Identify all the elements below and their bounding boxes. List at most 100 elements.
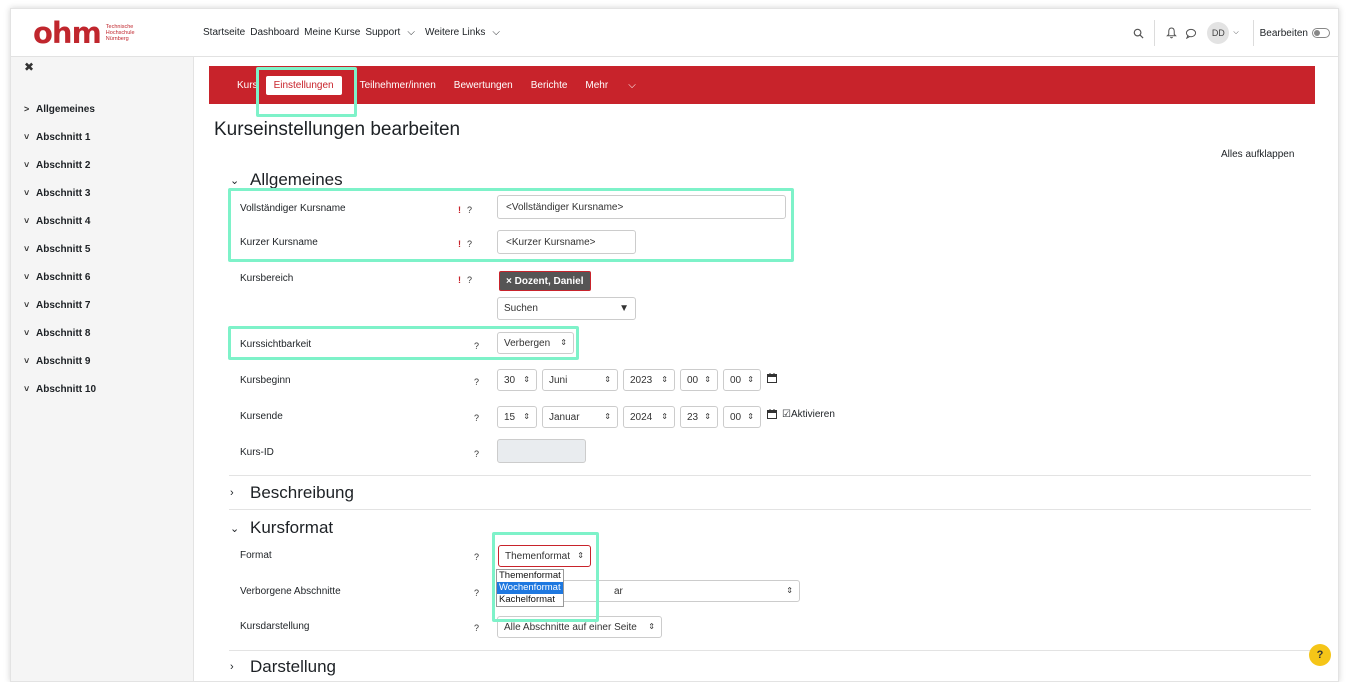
- help-icon[interactable]: ?: [474, 377, 479, 387]
- idnumber-input[interactable]: [497, 439, 586, 463]
- sidebar-item-abschnitt-8[interactable]: ˅ Abschnitt 8: [24, 325, 96, 353]
- nav-meine-kurse[interactable]: Meine Kurse: [304, 27, 360, 38]
- shortname-input[interactable]: <Kurzer Kursname>: [497, 230, 636, 254]
- edit-mode-label: Bearbeiten: [1259, 27, 1308, 39]
- calendar-icon[interactable]: [767, 409, 777, 422]
- help-fab-button[interactable]: ?: [1309, 644, 1331, 666]
- search-icon[interactable]: [1128, 23, 1148, 43]
- tab-bewertungen[interactable]: Bewertungen: [454, 80, 513, 91]
- updown-icon: ⇕: [747, 375, 754, 384]
- nav-support[interactable]: Support ⌵: [365, 27, 420, 38]
- chevron-down-icon: ˅: [24, 244, 30, 254]
- edit-mode-toggle[interactable]: [1312, 28, 1330, 38]
- shortname-icons: !?: [458, 239, 472, 249]
- chevron-down-icon: ˅: [24, 216, 30, 226]
- tab-teilnehmer[interactable]: Teilnehmer/innen: [360, 80, 436, 91]
- avatar[interactable]: DD: [1207, 22, 1230, 44]
- start-month-select[interactable]: Juni ⇕: [542, 369, 618, 391]
- updown-icon: ⇕: [661, 412, 668, 421]
- help-icon[interactable]: ?: [474, 449, 479, 459]
- close-icon[interactable]: ✖: [24, 60, 34, 74]
- nav-startseite[interactable]: Startseite: [203, 27, 245, 38]
- hidden-sections-icons: ?: [474, 588, 479, 598]
- end-month-select[interactable]: Januar ⇕: [542, 406, 618, 428]
- sidebar-item-allgemeines[interactable]: > Allgemeines: [24, 101, 96, 129]
- required-icon: !: [458, 275, 461, 285]
- help-icon[interactable]: ?: [467, 275, 472, 285]
- enable-enddate-checkbox[interactable]: ☑Aktivieren: [782, 409, 835, 420]
- nav-weitere-links[interactable]: Weitere Links ⌵: [425, 27, 505, 38]
- help-icon[interactable]: ?: [467, 239, 472, 249]
- sidebar-item-abschnitt-6[interactable]: ˅ Abschnitt 6: [24, 269, 96, 297]
- help-icon[interactable]: ?: [474, 623, 479, 633]
- sidebar-item-abschnitt-7[interactable]: ˅ Abschnitt 7: [24, 297, 96, 325]
- end-year-select[interactable]: 2024 ⇕: [623, 406, 675, 428]
- section-kursformat-header[interactable]: ⌄ Kursformat: [230, 518, 333, 538]
- end-day-select[interactable]: 15 ⇕: [497, 406, 537, 428]
- help-icon[interactable]: ?: [474, 341, 479, 351]
- course-layout-label: Kursdarstellung: [240, 621, 310, 632]
- sidebar-item-abschnitt-1[interactable]: ˅ Abschnitt 1: [24, 129, 96, 157]
- help-icon[interactable]: ?: [467, 205, 472, 215]
- app-window: ohm Technische Hochschule Nürnberg Start…: [10, 8, 1339, 682]
- sidebar-item-abschnitt-9[interactable]: ˅ Abschnitt 9: [24, 353, 96, 381]
- section-divider: [229, 650, 1311, 651]
- end-hour-select[interactable]: 23 ⇕: [680, 406, 718, 428]
- toolbar-separator: [1154, 20, 1156, 46]
- sidebar-item-abschnitt-3[interactable]: ˅ Abschnitt 3: [24, 185, 96, 213]
- top-navbar: ohm Technische Hochschule Nürnberg Start…: [11, 9, 1338, 57]
- logo-mark: ohm: [33, 15, 102, 50]
- format-select[interactable]: Themenformat ⇕: [498, 545, 591, 567]
- category-chip[interactable]: × Dozent, Daniel: [499, 271, 591, 291]
- updown-icon: ⇕: [747, 412, 754, 421]
- sidebar-item-abschnitt-2[interactable]: ˅ Abschnitt 2: [24, 157, 96, 185]
- start-hour-select[interactable]: 00 ⇕: [680, 369, 718, 391]
- startdate-icons: ?: [474, 377, 479, 387]
- section-allgemeines-header[interactable]: ⌄ Allgemeines: [230, 170, 343, 190]
- fullname-icons: !?: [458, 205, 472, 215]
- format-dropdown-list: Themenformat Wochenformat Kachelformat: [496, 569, 564, 607]
- sidebar-item-abschnitt-5[interactable]: ˅ Abschnitt 5: [24, 241, 96, 269]
- course-layout-icons: ?: [474, 623, 479, 633]
- fullname-label: Vollständiger Kursname: [240, 203, 346, 214]
- start-year-select[interactable]: 2023 ⇕: [623, 369, 675, 391]
- chevron-down-icon: ˅: [24, 328, 30, 338]
- start-minute-select[interactable]: 00 ⇕: [723, 369, 761, 391]
- tab-berichte[interactable]: Berichte: [531, 80, 568, 91]
- chevron-down-icon: ˅: [24, 132, 30, 142]
- help-icon[interactable]: ?: [474, 588, 479, 598]
- format-option-wochenformat[interactable]: Wochenformat: [497, 582, 563, 594]
- help-icon[interactable]: ?: [474, 413, 479, 423]
- visibility-select[interactable]: Verbergen ⇕: [497, 332, 574, 354]
- help-icon[interactable]: ?: [474, 552, 479, 562]
- fullname-input[interactable]: <Vollständiger Kursname>: [497, 195, 786, 219]
- start-day-select[interactable]: 30 ⇕: [497, 369, 537, 391]
- chat-icon[interactable]: [1181, 23, 1201, 43]
- nav-dashboard[interactable]: Dashboard: [250, 27, 299, 38]
- checkbox-icon: ☑: [782, 409, 791, 420]
- tab-mehr[interactable]: Mehr ⌵: [585, 80, 653, 91]
- primary-nav: Startseite Dashboard Meine Kurse Support…: [203, 27, 510, 38]
- course-index: > Allgemeines ˅ Abschnitt 1 ˅ Abschnitt 2 ˅…: [24, 101, 96, 409]
- updown-icon: ⇕: [661, 375, 668, 384]
- visibility-icons: ?: [474, 341, 479, 351]
- section-darstellung-header[interactable]: › Darstellung: [230, 657, 336, 677]
- chevron-down-icon: ˅: [24, 188, 30, 198]
- tab-einstellungen[interactable]: Einstellungen: [265, 75, 342, 95]
- sidebar-item-abschnitt-10[interactable]: ˅ Abschnitt 10: [24, 381, 96, 409]
- enddate-icons: ?: [474, 413, 479, 423]
- expand-all-link[interactable]: Alles aufklappen: [1221, 149, 1294, 160]
- logo[interactable]: ohm Technische Hochschule Nürnberg: [33, 15, 135, 50]
- sidebar-item-abschnitt-4[interactable]: ˅ Abschnitt 4: [24, 213, 96, 241]
- section-beschreibung-header[interactable]: › Beschreibung: [230, 483, 354, 503]
- bell-icon[interactable]: [1161, 23, 1181, 43]
- end-minute-select[interactable]: 00 ⇕: [723, 406, 761, 428]
- updown-icon: ⇕: [604, 412, 611, 421]
- course-layout-select[interactable]: Alle Abschnitte auf einer Seite ⇕: [497, 616, 662, 638]
- calendar-icon[interactable]: [767, 373, 777, 386]
- format-option-kachelformat[interactable]: Kachelformat: [497, 594, 563, 606]
- tab-kurs[interactable]: Kurs: [237, 80, 258, 91]
- format-option-themenformat[interactable]: Themenformat: [497, 570, 563, 582]
- category-search[interactable]: Suchen ▼: [497, 297, 636, 320]
- chevron-down-icon[interactable]: ⌵: [1233, 29, 1238, 37]
